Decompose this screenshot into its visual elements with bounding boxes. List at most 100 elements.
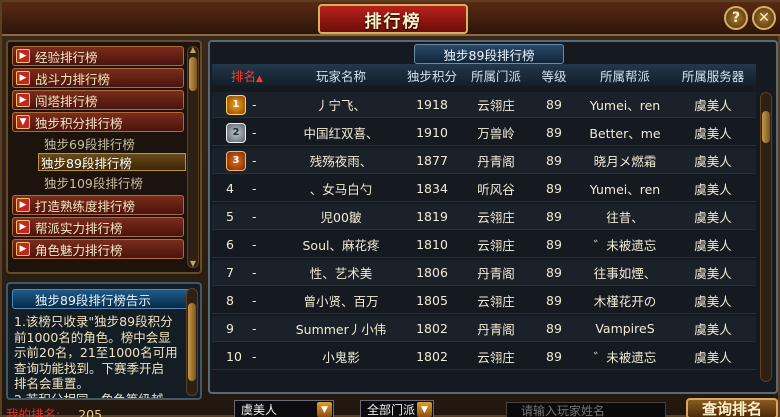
player-sect: 听风谷 bbox=[477, 182, 515, 197]
player-level: 89 bbox=[546, 153, 562, 168]
rank-number: 8 bbox=[226, 293, 234, 308]
menu-scroll-thumb[interactable] bbox=[189, 57, 197, 91]
search-rank-button[interactable]: 查询排名 bbox=[686, 398, 778, 417]
silver-medal-icon: 2 bbox=[226, 122, 246, 143]
player-score: 1819 bbox=[416, 209, 448, 224]
notice-scrollbar[interactable] bbox=[186, 288, 198, 396]
sect-select[interactable]: 全部门派 ▼ bbox=[360, 400, 434, 417]
player-level: 89 bbox=[546, 321, 562, 336]
server-select[interactable]: 虞美人 ▼ bbox=[234, 400, 334, 417]
table-row[interactable]: 1 - 丿宁飞、 1918 云翎庄 89 Yumei、ren 虞美人 bbox=[212, 92, 756, 118]
player-guild: 木槿花开の bbox=[593, 294, 657, 309]
close-icon[interactable]: ✕ bbox=[752, 6, 776, 30]
server-select-value: 虞美人 bbox=[241, 403, 278, 417]
player-level: 89 bbox=[546, 237, 562, 252]
header-rank[interactable]: 排名▲ bbox=[212, 66, 282, 85]
table-scroll-thumb[interactable] bbox=[762, 111, 770, 143]
player-name: Summer丿小伟 bbox=[295, 322, 387, 337]
player-server: 虞美人 bbox=[694, 182, 732, 197]
scroll-down-icon[interactable]: ▼ bbox=[187, 259, 199, 269]
table-title: 独步89段排行榜 bbox=[414, 44, 564, 64]
rank-change: - bbox=[252, 265, 257, 280]
player-score: 1805 bbox=[416, 293, 448, 308]
sort-asc-icon[interactable]: ▲ bbox=[256, 74, 263, 84]
menu-item-label: 闯塔排行榜 bbox=[35, 93, 98, 109]
ranking-table-panel: 独步89段排行榜 排名▲ 玩家名称 独步积分 所属门派 等级 所属帮派 所属服务… bbox=[208, 40, 778, 394]
table-row[interactable]: 2 - 中国红双喜、 1910 万兽岭 89 Better、me 虞美人 bbox=[212, 120, 756, 146]
menu-item-charm[interactable]: ▶ 角色魅力排行榜 bbox=[12, 239, 184, 259]
table-row[interactable]: 9 - Summer丿小伟 1802 丹青阁 89 VampireS 虞美人 bbox=[212, 316, 756, 342]
player-name: 残殇夜雨、 bbox=[309, 154, 373, 169]
player-sect: 万兽岭 bbox=[477, 126, 515, 141]
scroll-up-icon[interactable]: ▲ bbox=[187, 45, 199, 55]
rank-change: - bbox=[252, 293, 257, 308]
player-sect: 云翎庄 bbox=[477, 98, 515, 113]
menu-item-label: 经验排行榜 bbox=[35, 49, 98, 65]
header-sect: 所属门派 bbox=[470, 68, 521, 84]
bronze-medal-icon: 3 bbox=[226, 150, 246, 171]
notice-line: 1.该榜只收录"独步89段积分 bbox=[14, 314, 173, 329]
table-row[interactable]: 3 - 残殇夜雨、 1877 丹青阁 89 晓月メ燃霜 虞美人 bbox=[212, 148, 756, 174]
player-guild: ゛未被遗忘 bbox=[593, 350, 657, 365]
sub-item-dubu-69[interactable]: 独步69段排行榜 bbox=[42, 134, 182, 152]
menu-scrollbar[interactable]: ▲ ▼ bbox=[187, 45, 199, 269]
rank-change: - bbox=[252, 153, 257, 168]
table-row[interactable]: 10 - 小鬼影 1802 云翎庄 89 ゛未被遗忘 虞美人 bbox=[212, 344, 756, 370]
table-header: 排名▲ 玩家名称 独步积分 所属门派 等级 所属帮派 所属服务器 bbox=[212, 64, 756, 86]
table-row[interactable]: 8 - 曾小贤、百万 1805 云翎庄 89 木槿花开の 虞美人 bbox=[212, 288, 756, 314]
rank-change: - bbox=[252, 181, 257, 196]
sub-item-dubu-109[interactable]: 独步109段排行榜 bbox=[42, 173, 182, 191]
table-scrollbar[interactable] bbox=[760, 92, 772, 382]
notice-line: 排名会重置。 bbox=[14, 376, 90, 391]
my-rank-value: 205 bbox=[78, 407, 103, 417]
menu-item-tower[interactable]: ▶ 闯塔排行榜 bbox=[12, 90, 184, 110]
header-score: 独步积分 bbox=[406, 68, 457, 84]
player-server: 虞美人 bbox=[694, 98, 732, 113]
player-level: 89 bbox=[546, 97, 562, 112]
player-search-input[interactable] bbox=[506, 402, 666, 417]
rank-change: - bbox=[252, 321, 257, 336]
rank-number: 9 bbox=[226, 321, 234, 336]
table-row[interactable]: 5 - 児00皺 1819 云翎庄 89 往昔、 虞美人 bbox=[212, 204, 756, 230]
notice-title: 独步89段排行榜告示 bbox=[12, 289, 192, 309]
player-level: 89 bbox=[546, 125, 562, 140]
player-score: 1834 bbox=[416, 181, 448, 196]
header-name: 玩家名称 bbox=[315, 68, 366, 84]
menu-item-combat-power[interactable]: ▶ 战斗力排行榜 bbox=[12, 68, 184, 88]
menu-item-guild-strength[interactable]: ▶ 帮派实力排行榜 bbox=[12, 217, 184, 237]
player-score: 1802 bbox=[416, 321, 448, 336]
player-guild: 往昔、 bbox=[606, 210, 644, 225]
player-name: 中国红双喜、 bbox=[303, 126, 379, 141]
rank-number: 5 bbox=[226, 209, 234, 224]
table-row[interactable]: 4 - 、女马白勺 1834 听风谷 89 Yumei、ren 虞美人 bbox=[212, 176, 756, 202]
sect-select-value: 全部门派 bbox=[367, 403, 416, 417]
player-server: 虞美人 bbox=[694, 350, 732, 365]
table-row[interactable]: 6 - Soul、麻花疼 1810 云翎庄 89 ゛未被遗忘 虞美人 bbox=[212, 232, 756, 258]
help-icon[interactable]: ? bbox=[724, 6, 748, 30]
menu-item-label: 战斗力排行榜 bbox=[35, 71, 111, 87]
sub-item-dubu-89[interactable]: 独步89段排行榜 bbox=[38, 153, 186, 171]
player-sect: 丹青阁 bbox=[477, 322, 515, 337]
menu-item-experience[interactable]: ▶ 经验排行榜 bbox=[12, 46, 184, 66]
player-sect: 云翎庄 bbox=[477, 294, 515, 309]
ranking-window: 排行榜 ? ✕ ▶ 经验排行榜 ▶ 战斗力排行榜 ▶ 闯塔排行榜 ▼ 独步积分排… bbox=[0, 0, 780, 417]
player-score: 1918 bbox=[416, 97, 448, 112]
table-row[interactable]: 7 - 性、艺术美 1806 丹青阁 89 往事如煙、 虞美人 bbox=[212, 260, 756, 286]
notice-text: 1.该榜只收录"独步89段积分 前1000名的角色。榜中会显 示前20名，21至… bbox=[14, 314, 184, 398]
player-server: 虞美人 bbox=[694, 154, 732, 169]
player-level: 89 bbox=[546, 181, 562, 196]
player-server: 虞美人 bbox=[694, 294, 732, 309]
chevron-down-icon: ▼ bbox=[317, 402, 332, 417]
player-name: Soul、麻花疼 bbox=[302, 238, 380, 253]
notice-scroll-thumb[interactable] bbox=[188, 303, 196, 381]
notice-line: 前1000名的角色。榜中会显 bbox=[14, 329, 171, 345]
arrow-icon: ▶ bbox=[16, 71, 30, 85]
rank-change: - bbox=[252, 237, 257, 252]
player-server: 虞美人 bbox=[694, 210, 732, 225]
menu-item-forging[interactable]: ▶ 打造熟练度排行榜 bbox=[12, 195, 184, 215]
player-guild: 晓月メ燃霜 bbox=[593, 154, 657, 169]
menu-item-dubu-score[interactable]: ▼ 独步积分排行榜 bbox=[12, 112, 184, 132]
header-server: 所属服务器 bbox=[681, 68, 745, 84]
notice-line: 示前20名，21至1000名可用 bbox=[14, 345, 178, 360]
title-bar: 排行榜 ? ✕ bbox=[2, 2, 780, 36]
